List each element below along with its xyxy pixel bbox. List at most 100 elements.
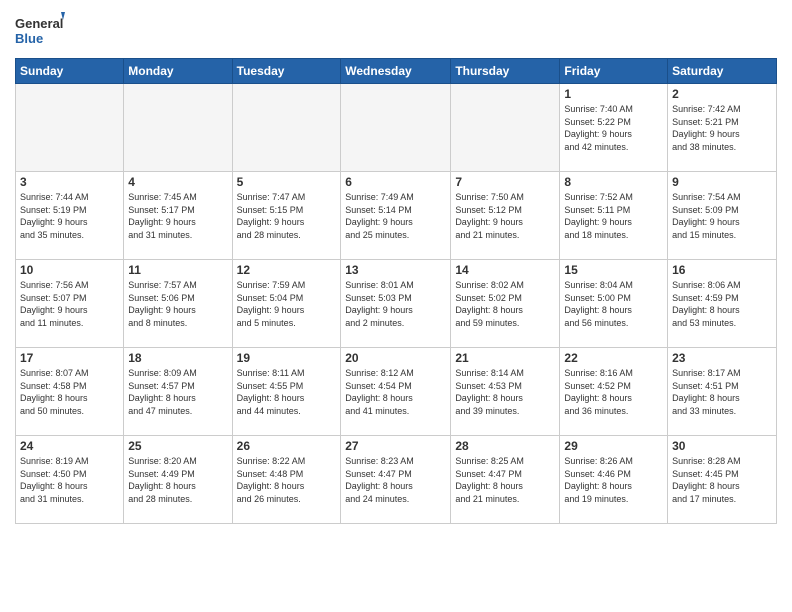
day-info: Sunrise: 8:04 AM Sunset: 5:00 PM Dayligh… — [564, 279, 663, 329]
calendar-week-row: 24Sunrise: 8:19 AM Sunset: 4:50 PM Dayli… — [16, 436, 777, 524]
calendar-day: 13 Sunrise: 8:01 AM Sunset: 5:03 PM Dayli… — [341, 260, 451, 348]
calendar-day: 18 Sunrise: 8:09 AM Sunset: 4:57 PM Dayli… — [124, 348, 232, 436]
day-info: Sunrise: 8:25 AM Sunset: 4:47 PM Dayligh… — [455, 455, 555, 505]
day-number: 18 — [128, 351, 227, 365]
weekday-header: Friday — [560, 59, 668, 84]
day-info: Sunrise: 8:20 AM Sunset: 4:49 PM Dayligh… — [128, 455, 227, 505]
calendar-day: 16Sunrise: 8:06 AM Sunset: 4:59 PM Dayli… — [668, 260, 777, 348]
day-info: Sunrise: 7:42 AM Sunset: 5:21 PM Dayligh… — [672, 103, 772, 153]
calendar-day: 21Sunrise: 8:14 AM Sunset: 4:53 PM Dayli… — [451, 348, 560, 436]
calendar-day — [16, 84, 124, 172]
day-number: 12 — [237, 263, 337, 277]
day-info: Sunrise: 8:22 AM Sunset: 4:48 PM Dayligh… — [237, 455, 337, 505]
day-number: 11 — [128, 263, 227, 277]
weekday-header: Saturday — [668, 59, 777, 84]
day-number: 16 — [672, 263, 772, 277]
day-number: 4 — [128, 175, 227, 189]
weekday-header: Monday — [124, 59, 232, 84]
svg-text:Blue: Blue — [15, 31, 43, 46]
day-info: Sunrise: 8:17 AM Sunset: 4:51 PM Dayligh… — [672, 367, 772, 417]
day-number: 14 — [455, 263, 555, 277]
day-number: 19 — [237, 351, 337, 365]
weekday-header: Sunday — [16, 59, 124, 84]
day-number: 5 — [237, 175, 337, 189]
calendar-day: 26 Sunrise: 8:22 AM Sunset: 4:48 PM Dayli… — [232, 436, 341, 524]
day-number: 22 — [564, 351, 663, 365]
day-info: Sunrise: 8:02 AM Sunset: 5:02 PM Dayligh… — [455, 279, 555, 329]
calendar-day — [451, 84, 560, 172]
day-number: 28 — [455, 439, 555, 453]
day-number: 6 — [345, 175, 446, 189]
page-header: General Blue — [15, 10, 777, 50]
calendar-week-row: 3Sunrise: 7:44 AM Sunset: 5:19 PM Daylig… — [16, 172, 777, 260]
day-number: 7 — [455, 175, 555, 189]
day-info: Sunrise: 8:26 AM Sunset: 4:46 PM Dayligh… — [564, 455, 663, 505]
calendar-day: 11Sunrise: 7:57 AM Sunset: 5:06 PM Dayli… — [124, 260, 232, 348]
day-info: Sunrise: 8:28 AM Sunset: 4:45 PM Dayligh… — [672, 455, 772, 505]
calendar-day: 2 Sunrise: 7:42 AM Sunset: 5:21 PM Daylig… — [668, 84, 777, 172]
calendar-day: 12 Sunrise: 7:59 AM Sunset: 5:04 PM Dayli… — [232, 260, 341, 348]
day-info: Sunrise: 7:40 AM Sunset: 5:22 PM Dayligh… — [564, 103, 663, 153]
calendar-day: 14 Sunrise: 8:02 AM Sunset: 5:02 PM Dayli… — [451, 260, 560, 348]
day-info: Sunrise: 7:50 AM Sunset: 5:12 PM Dayligh… — [455, 191, 555, 241]
calendar-day: 5Sunrise: 7:47 AM Sunset: 5:15 PM Daylig… — [232, 172, 341, 260]
page-container: General Blue SundayMondayTuesdayWednesda… — [0, 0, 792, 529]
day-info: Sunrise: 8:11 AM Sunset: 4:55 PM Dayligh… — [237, 367, 337, 417]
calendar-day — [232, 84, 341, 172]
day-number: 30 — [672, 439, 772, 453]
calendar-day: 22 Sunrise: 8:16 AM Sunset: 4:52 PM Dayli… — [560, 348, 668, 436]
calendar-day: 8 Sunrise: 7:52 AM Sunset: 5:11 PM Daylig… — [560, 172, 668, 260]
calendar-week-row: 10 Sunrise: 7:56 AM Sunset: 5:07 PM Dayli… — [16, 260, 777, 348]
svg-text:General: General — [15, 16, 63, 31]
calendar-day: 29Sunrise: 8:26 AM Sunset: 4:46 PM Dayli… — [560, 436, 668, 524]
day-info: Sunrise: 7:52 AM Sunset: 5:11 PM Dayligh… — [564, 191, 663, 241]
day-number: 24 — [20, 439, 119, 453]
day-number: 13 — [345, 263, 446, 277]
calendar-day: 15 Sunrise: 8:04 AM Sunset: 5:00 PM Dayli… — [560, 260, 668, 348]
day-number: 10 — [20, 263, 119, 277]
day-number: 15 — [564, 263, 663, 277]
day-info: Sunrise: 8:16 AM Sunset: 4:52 PM Dayligh… — [564, 367, 663, 417]
calendar-day: 3Sunrise: 7:44 AM Sunset: 5:19 PM Daylig… — [16, 172, 124, 260]
day-info: Sunrise: 8:12 AM Sunset: 4:54 PM Dayligh… — [345, 367, 446, 417]
day-number: 1 — [564, 87, 663, 101]
day-number: 17 — [20, 351, 119, 365]
weekday-header: Wednesday — [341, 59, 451, 84]
calendar-day: 10 Sunrise: 7:56 AM Sunset: 5:07 PM Dayli… — [16, 260, 124, 348]
calendar-day: 25 Sunrise: 8:20 AM Sunset: 4:49 PM Dayli… — [124, 436, 232, 524]
weekday-header: Tuesday — [232, 59, 341, 84]
day-number: 25 — [128, 439, 227, 453]
day-number: 2 — [672, 87, 772, 101]
day-number: 8 — [564, 175, 663, 189]
day-info: Sunrise: 8:23 AM Sunset: 4:47 PM Dayligh… — [345, 455, 446, 505]
calendar-day: 7 Sunrise: 7:50 AM Sunset: 5:12 PM Daylig… — [451, 172, 560, 260]
calendar-week-row: 1 Sunrise: 7:40 AM Sunset: 5:22 PM Daylig… — [16, 84, 777, 172]
day-number: 20 — [345, 351, 446, 365]
calendar-day — [124, 84, 232, 172]
day-info: Sunrise: 7:56 AM Sunset: 5:07 PM Dayligh… — [20, 279, 119, 329]
day-number: 26 — [237, 439, 337, 453]
calendar-day: 9Sunrise: 7:54 AM Sunset: 5:09 PM Daylig… — [668, 172, 777, 260]
calendar-day: 17 Sunrise: 8:07 AM Sunset: 4:58 PM Dayli… — [16, 348, 124, 436]
calendar-day: 1 Sunrise: 7:40 AM Sunset: 5:22 PM Daylig… — [560, 84, 668, 172]
calendar-day: 23Sunrise: 8:17 AM Sunset: 4:51 PM Dayli… — [668, 348, 777, 436]
weekday-header: Thursday — [451, 59, 560, 84]
day-info: Sunrise: 7:59 AM Sunset: 5:04 PM Dayligh… — [237, 279, 337, 329]
calendar-day: 30 Sunrise: 8:28 AM Sunset: 4:45 PM Dayli… — [668, 436, 777, 524]
calendar-day: 20 Sunrise: 8:12 AM Sunset: 4:54 PM Dayli… — [341, 348, 451, 436]
calendar-week-row: 17 Sunrise: 8:07 AM Sunset: 4:58 PM Dayli… — [16, 348, 777, 436]
calendar-day: 4 Sunrise: 7:45 AM Sunset: 5:17 PM Daylig… — [124, 172, 232, 260]
logo: General Blue — [15, 10, 65, 50]
day-number: 27 — [345, 439, 446, 453]
day-info: Sunrise: 8:07 AM Sunset: 4:58 PM Dayligh… — [20, 367, 119, 417]
day-info: Sunrise: 7:45 AM Sunset: 5:17 PM Dayligh… — [128, 191, 227, 241]
day-number: 9 — [672, 175, 772, 189]
calendar-day: 6Sunrise: 7:49 AM Sunset: 5:14 PM Daylig… — [341, 172, 451, 260]
day-number: 3 — [20, 175, 119, 189]
day-info: Sunrise: 8:14 AM Sunset: 4:53 PM Dayligh… — [455, 367, 555, 417]
day-info: Sunrise: 8:09 AM Sunset: 4:57 PM Dayligh… — [128, 367, 227, 417]
day-info: Sunrise: 8:01 AM Sunset: 5:03 PM Dayligh… — [345, 279, 446, 329]
logo-svg: General Blue — [15, 10, 65, 50]
calendar-day: 24Sunrise: 8:19 AM Sunset: 4:50 PM Dayli… — [16, 436, 124, 524]
calendar-table: SundayMondayTuesdayWednesdayThursdayFrid… — [15, 58, 777, 524]
